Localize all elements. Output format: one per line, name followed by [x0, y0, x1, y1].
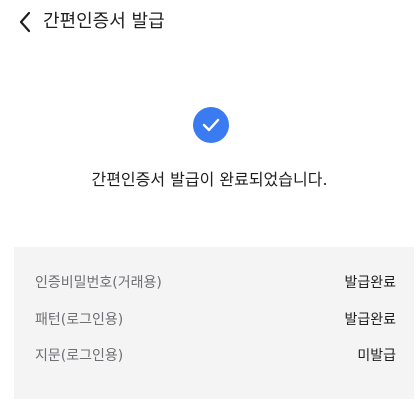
check-icon — [202, 118, 220, 132]
header: 간편인증서 발급 — [0, 0, 419, 48]
status-row-transaction-password: 인증비밀번호(거래용) 발급완료 — [14, 271, 414, 295]
result-message: 간편인증서 발급이 완료되었습니다. — [91, 170, 328, 189]
status-row-fingerprint: 지문(로그인용) 미발급 — [14, 344, 414, 368]
status-row-pattern: 패턴(로그인용) 발급완료 — [14, 308, 414, 332]
back-button[interactable] — [12, 9, 38, 35]
status-label: 인증비밀번호(거래용) — [35, 275, 162, 291]
chevron-left-icon — [19, 11, 31, 33]
issuance-complete-screen: 간편인증서 발급 간편인증서 발급이 완료되었습니다. 인증비밀번호(거래용) … — [0, 0, 419, 402]
status-label: 패턴(로그인용) — [35, 312, 124, 328]
status-panel: 인증비밀번호(거래용) 발급완료 패턴(로그인용) 발급완료 지문(로그인용) … — [14, 247, 414, 399]
status-value: 발급완료 — [344, 275, 396, 291]
check-circle-icon — [193, 107, 229, 143]
page-title: 간편인증서 발급 — [43, 11, 165, 32]
status-value: 미발급 — [357, 348, 396, 364]
status-value: 발급완료 — [344, 312, 396, 328]
status-label: 지문(로그인용) — [35, 348, 124, 364]
